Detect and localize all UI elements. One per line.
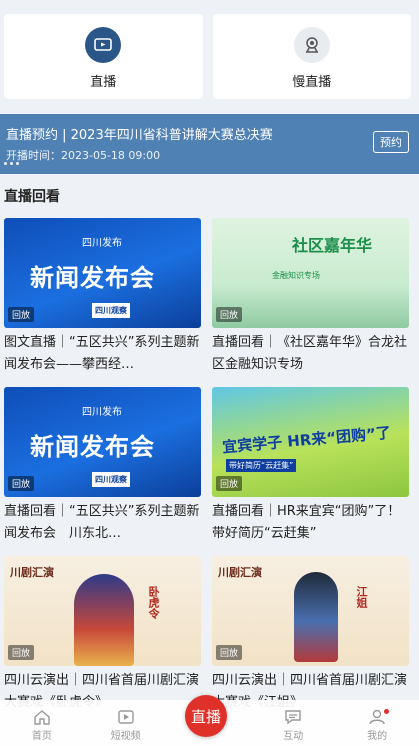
opera-performer-image (74, 574, 134, 666)
thumb-subtitle: 金融知识专场 (272, 271, 320, 280)
carousel-dot (4, 162, 7, 165)
tab-label: 互动 (283, 731, 304, 742)
replay-thumbnail: 社区嘉年华 金融知识专场 回放 (212, 218, 409, 328)
thumb-title: 川剧汇演 (10, 566, 54, 579)
slow-live-entry-card[interactable]: 慢直播 (212, 14, 411, 99)
reserve-button[interactable]: 预约 (373, 131, 409, 153)
live-entry-card[interactable]: 直播 (4, 14, 203, 99)
camera-icon (293, 27, 330, 63)
replay-card[interactable]: 四川发布 新闻发布会 四川观察 回放 直播回看｜“五区共兴”系列主题新闻发布会 … (4, 387, 201, 545)
chat-icon (285, 710, 301, 725)
thumb-subtitle: 江姐 (355, 586, 368, 608)
video-icon (117, 710, 134, 724)
section-title: 直播回看 (4, 189, 60, 205)
replay-tag: 回放 (216, 476, 243, 491)
replay-card[interactable]: 社区嘉年华 金融知识专场 回放 直播回看｜《社区嘉年华》合龙社区金融知识专场 (212, 218, 409, 376)
tab-center-spacer (168, 742, 252, 746)
replay-card[interactable]: 川剧汇演 江姐 回放 四川云演出｜四川省首届川剧汇演大赛戏《江姐》 (212, 556, 409, 714)
live-play-icon (85, 27, 122, 63)
thumb-badge: 四川观察 (92, 303, 130, 318)
opera-performer-image (294, 572, 338, 662)
thumb-title: 新闻发布会 (30, 433, 155, 461)
replay-thumbnail: 川剧汇演 卧虎令 回放 (4, 556, 201, 666)
replay-tag: 回放 (8, 476, 35, 491)
live-center-button[interactable]: 直播 (185, 695, 227, 737)
replay-title: 直播回看｜“五区共兴”系列主题新闻发布会 川东北… (4, 504, 200, 541)
banner-title: 直播预约 | 2023年四川省科普讲解大赛总决赛 (6, 128, 273, 143)
thumb-logo: 四川发布 (82, 407, 122, 418)
thumb-badge: 四川观察 (92, 472, 130, 487)
tab-label: 首页 (31, 731, 52, 742)
replay-tag: 回放 (216, 307, 243, 322)
replay-thumbnail: 四川发布 新闻发布会 四川观察 回放 (4, 218, 201, 328)
thumb-subtitle: 带好简历“云赶集” (226, 459, 297, 472)
tab-short-video[interactable]: 短视频 (84, 709, 168, 746)
replay-thumbnail: 四川发布 新闻发布会 四川观察 回放 (4, 387, 201, 497)
replay-title: 图文直播｜“五区共兴”系列主题新闻发布会——攀西经… (4, 335, 200, 372)
thumb-title: 川剧汇演 (218, 566, 262, 579)
thumb-subtitle: 卧虎令 (147, 586, 160, 619)
tab-interact[interactable]: 互动 (251, 709, 335, 746)
thumb-title: 新闻发布会 (30, 264, 155, 292)
home-icon (34, 710, 50, 725)
replay-card[interactable]: 川剧汇演 卧虎令 回放 四川云演出｜四川省首届川剧汇演大赛戏《卧虎令》 (4, 556, 201, 714)
replay-thumbnail: 宜宾学子 HR来“团购”了 带好简历“云赶集” 回放 (212, 387, 409, 497)
live-reservation-banner[interactable]: 直播预约 | 2023年四川省科普讲解大赛总决赛 开播时间：2023-05-18… (0, 114, 419, 174)
top-entry-cards: 直播 慢直播 (0, 0, 419, 107)
carousel-dot (16, 162, 19, 165)
thumb-title: 宜宾学子 HR来“团购”了 (221, 423, 392, 457)
tab-mine[interactable]: 我的 (335, 709, 419, 746)
carousel-indicator (4, 162, 19, 165)
tab-label: 短视频 (110, 731, 141, 742)
replay-thumbnail: 川剧汇演 江姐 回放 (212, 556, 409, 666)
replay-title: 直播回看｜《社区嘉年华》合龙社区金融知识专场 (212, 335, 408, 372)
notification-dot (383, 709, 389, 714)
tab-label: 我的 (367, 731, 388, 742)
replay-card[interactable]: 四川发布 新闻发布会 四川观察 回放 图文直播｜“五区共兴”系列主题新闻发布会—… (4, 218, 201, 376)
thumb-logo: 四川发布 (82, 238, 122, 249)
slow-live-entry-label: 慢直播 (292, 75, 332, 90)
replay-title: 直播回看｜HR来宜宾“团购”了！带好简历“云赶集” (212, 504, 401, 541)
thumb-title: 社区嘉年华 (292, 236, 373, 255)
replay-card[interactable]: 宜宾学子 HR来“团购”了 带好简历“云赶集” 回放 直播回看｜HR来宜宾“团购… (212, 387, 409, 545)
replay-tag: 回放 (8, 645, 35, 660)
live-entry-label: 直播 (90, 75, 117, 90)
banner-start-time: 开播时间：2023-05-18 09:00 (6, 149, 161, 162)
replay-tag: 回放 (216, 645, 243, 660)
tab-home[interactable]: 首页 (0, 709, 84, 746)
carousel-dot (10, 162, 13, 165)
replay-tag: 回放 (8, 307, 35, 322)
